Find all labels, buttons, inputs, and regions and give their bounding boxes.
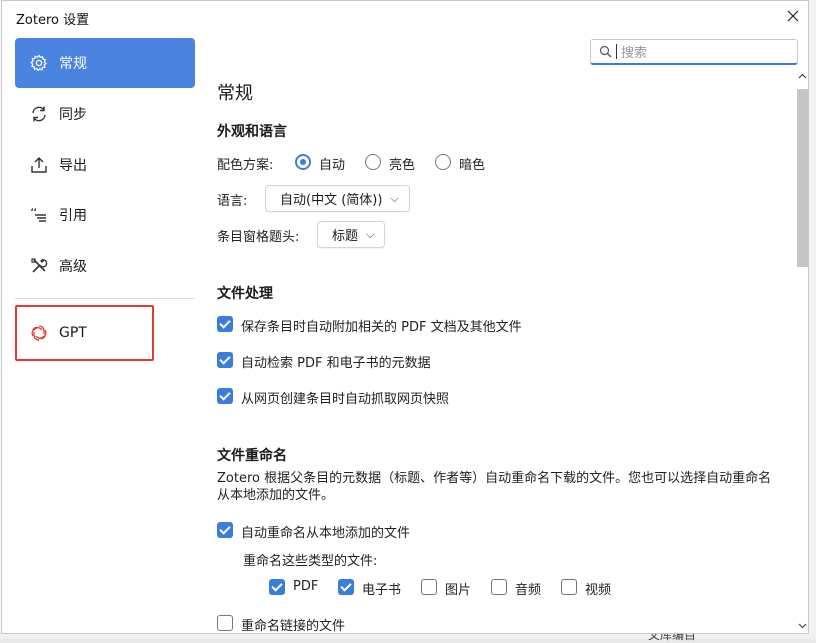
sidebar-item-advanced[interactable]: 高级 <box>15 241 195 291</box>
settings-window: Zotero 设置 常规 同步 导出 引用 高级 GPT 搜索 常规 外观和语言… <box>1 0 809 634</box>
checkbox-type-image[interactable] <box>421 579 437 595</box>
chevron-down-icon: ⌵ <box>390 191 399 205</box>
sidebar-item-general[interactable]: 常规 <box>15 38 195 88</box>
radio-scheme-light-label: 亮色 <box>389 158 416 173</box>
color-scheme-label: 配色方案: <box>217 158 274 173</box>
export-icon <box>29 155 49 175</box>
openai-icon <box>29 323 49 343</box>
language-label: 语言: <box>217 194 248 209</box>
language-select-value: 自动(中文 (简体)) <box>280 193 383 208</box>
checkbox-type-pdf-label: PDF <box>293 579 319 594</box>
sidebar-item-sync[interactable]: 同步 <box>15 89 195 139</box>
scrollbar[interactable] <box>795 69 808 633</box>
checkbox-snapshot-label: 从网页创建条目时自动抓取网页快照 <box>241 392 450 407</box>
close-button[interactable] <box>778 1 808 31</box>
file-renaming-description: Zotero 根据父条目的元数据（标题、作者等）自动重命名下载的文件。您也可以选… <box>217 471 772 503</box>
checkbox-type-video-label: 视频 <box>585 583 612 598</box>
checkbox-type-pdf[interactable] <box>269 579 285 595</box>
checkbox-type-audio-label: 音频 <box>515 583 542 598</box>
title-bar: Zotero 设置 <box>2 1 808 33</box>
sidebar-item-label: 导出 <box>59 158 87 174</box>
settings-content: 搜索 常规 外观和语言 配色方案: 自动 亮色 暗色 语言: 自动(中文 (简体… <box>196 33 808 633</box>
radio-scheme-auto-label: 自动 <box>319 158 346 173</box>
checkbox-snapshot[interactable] <box>217 388 233 404</box>
radio-scheme-light[interactable] <box>365 154 381 170</box>
close-icon <box>787 10 799 22</box>
checkbox-type-video[interactable] <box>561 579 577 595</box>
item-pane-header-label: 条目窗格题头: <box>217 230 300 245</box>
search-icon <box>599 45 612 58</box>
checkbox-retrieve-metadata-label: 自动检索 PDF 和电子书的元数据 <box>241 356 431 371</box>
checkbox-rename-local[interactable] <box>217 522 233 538</box>
section-title-appearance: 外观和语言 <box>217 124 287 140</box>
checkbox-type-audio[interactable] <box>491 579 507 595</box>
search-input[interactable]: 搜索 <box>590 39 798 65</box>
checkbox-rename-local-label: 自动重命名从本地添加的文件 <box>241 526 411 541</box>
search-placeholder: 搜索 <box>621 46 648 61</box>
checkbox-auto-attach-label: 保存条目时自动附加相关的 PDF 文档及其他文件 <box>241 320 522 335</box>
sidebar-item-gpt[interactable]: GPT <box>15 308 195 358</box>
scroll-down-button[interactable] <box>795 619 808 633</box>
item-pane-header-value: 标题 <box>332 229 359 244</box>
sidebar-item-cite[interactable]: 引用 <box>15 190 195 240</box>
window-title: Zotero 设置 <box>16 13 90 28</box>
sidebar-item-label: GPT <box>59 325 87 341</box>
background-app-right-edge <box>808 0 816 639</box>
sidebar-item-label: 高级 <box>59 259 87 275</box>
checkbox-rename-linked-label: 重命名链接的文件 <box>241 619 346 633</box>
language-select[interactable]: 自动(中文 (简体)) ⌵ <box>265 185 410 212</box>
sidebar-item-label: 同步 <box>59 107 87 123</box>
page-title: 常规 <box>217 83 253 104</box>
checkbox-type-ebook-label: 电子书 <box>362 583 402 598</box>
rename-types-label: 重命名这些类型的文件: <box>243 554 378 569</box>
sync-icon <box>29 104 49 124</box>
checkbox-type-ebook[interactable] <box>338 579 354 595</box>
scroll-up-button[interactable] <box>795 69 808 83</box>
checkbox-auto-attach[interactable] <box>217 316 233 332</box>
radio-scheme-dark-label: 暗色 <box>459 158 486 173</box>
sidebar-divider <box>15 298 195 299</box>
radio-scheme-dark[interactable] <box>435 154 451 170</box>
chevron-down-icon <box>798 623 806 629</box>
checkbox-type-image-label: 图片 <box>445 583 472 598</box>
settings-sidebar: 常规 同步 导出 引用 高级 GPT <box>2 33 196 633</box>
text-caret <box>616 44 617 59</box>
section-title-file-renaming: 文件重命名 <box>217 448 287 464</box>
section-title-file-handling: 文件处理 <box>217 286 273 302</box>
checkbox-rename-linked[interactable] <box>217 615 233 631</box>
checkbox-retrieve-metadata[interactable] <box>217 352 233 368</box>
tools-icon <box>29 256 49 276</box>
cite-icon <box>29 205 49 225</box>
chevron-up-icon <box>798 73 806 79</box>
gear-icon <box>29 53 49 73</box>
scroll-thumb[interactable] <box>797 89 808 267</box>
radio-scheme-auto[interactable] <box>295 154 311 170</box>
sidebar-item-label: 常规 <box>59 56 87 72</box>
item-pane-header-select[interactable]: 标题 ⌵ <box>317 221 386 248</box>
sidebar-item-export[interactable]: 导出 <box>15 140 195 190</box>
chevron-down-icon: ⌵ <box>366 227 375 241</box>
sidebar-item-label: 引用 <box>59 208 87 224</box>
